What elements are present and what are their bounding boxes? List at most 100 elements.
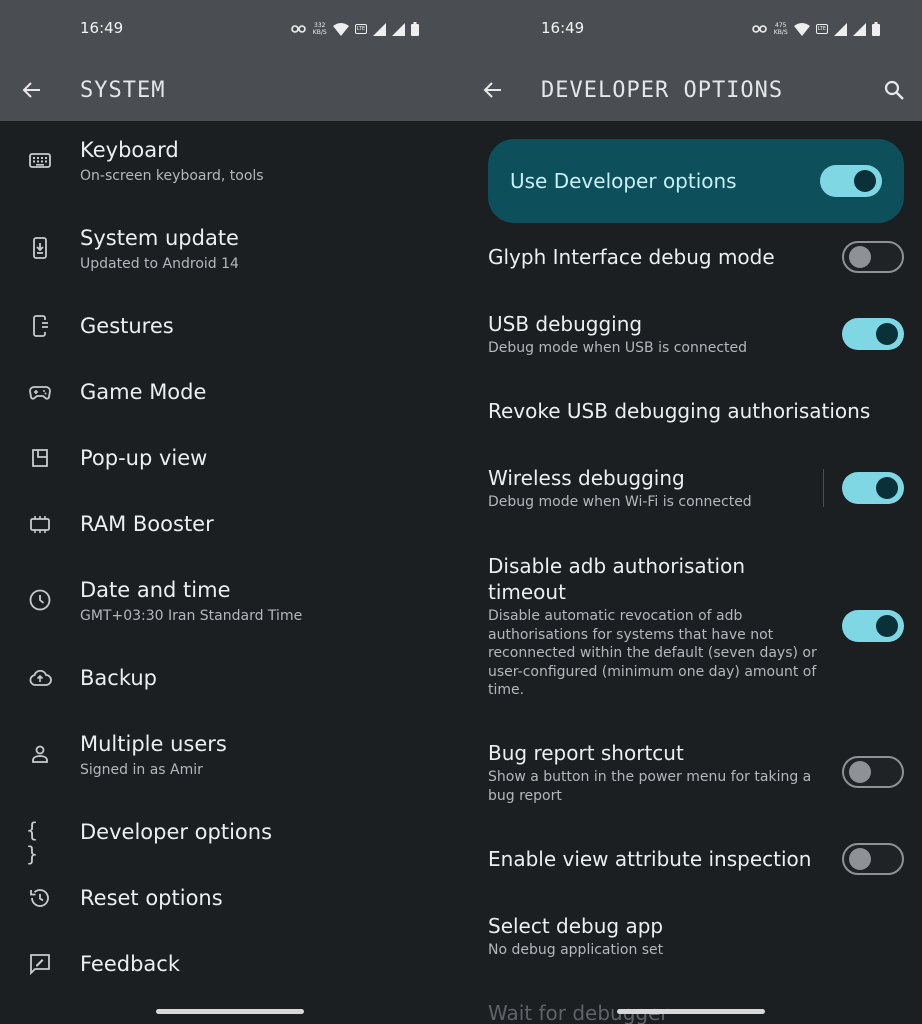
battery-icon	[872, 22, 880, 36]
pref-wireless-debugging[interactable]: Wireless debugging Debug mode when Wi-Fi…	[488, 465, 808, 512]
settings-item-ram-booster[interactable]: RAM Booster	[0, 492, 461, 558]
keyboard-icon	[29, 153, 51, 168]
pref-revoke-usb-auth[interactable]: Revoke USB debugging authorisations	[488, 398, 908, 424]
pref-usb-debugging[interactable]: USB debugging Debug mode when USB is con…	[488, 311, 828, 358]
signal-icon-sim1	[373, 22, 386, 36]
status-time: 16:49	[80, 19, 124, 37]
network-speed: 332 KB/S	[312, 22, 327, 36]
settings-item-developer-options[interactable]: { } Developer options	[0, 800, 461, 866]
status-bar: 16:49 332 KB/S LTE	[0, 0, 461, 60]
battery-icon	[411, 22, 419, 36]
pref-summary: Debug mode when USB is connected	[488, 340, 748, 356]
status-icons: 332 KB/S LTE	[290, 19, 419, 39]
settings-item-date-time[interactable]: Date and time GMT+03:30 Iran Standard Ti…	[0, 574, 461, 640]
gamepad-icon	[29, 386, 51, 400]
settings-item-popup-view[interactable]: Pop-up view	[0, 426, 461, 492]
pref-divider	[823, 469, 824, 507]
settings-item-title: Pop-up view	[80, 446, 208, 470]
settings-item-title: Multiple users	[80, 732, 227, 756]
signal-icon-sim2	[853, 22, 866, 36]
popup-view-icon	[32, 449, 48, 467]
settings-item-subtitle: Signed in as Amir	[80, 762, 203, 778]
settings-item-backup[interactable]: Backup	[0, 646, 461, 712]
system-update-icon	[33, 237, 47, 259]
toggle-knob	[849, 761, 871, 783]
system-settings-screen: 16:49 332 KB/S LTE SYSTEM Keyboard On-scr…	[0, 0, 461, 1024]
back-arrow-icon[interactable]	[481, 78, 505, 102]
master-toggle-switch[interactable]	[820, 165, 882, 197]
settings-item-reset-options[interactable]: Reset options	[0, 866, 461, 932]
toggle-usb-debugging[interactable]	[842, 318, 904, 350]
toggle-knob	[849, 848, 871, 870]
toggle-knob	[854, 170, 876, 192]
search-icon[interactable]	[882, 78, 906, 102]
pref-title: Revoke USB debugging authorisations	[488, 399, 871, 423]
person-icon	[32, 745, 48, 763]
developer-options-screen: 16:49 475 KB/S LTE DEVELOPER OPTIONS Use …	[461, 0, 922, 1024]
cloud-upload-icon	[29, 669, 52, 686]
page-title: SYSTEM	[80, 78, 166, 103]
settings-item-title: Developer options	[80, 820, 273, 844]
settings-item-gestures[interactable]: Gestures	[0, 294, 461, 360]
settings-item-game-mode[interactable]: Game Mode	[0, 360, 461, 426]
pref-select-debug-app[interactable]: Select debug app No debug application se…	[488, 913, 908, 960]
settings-item-title: RAM Booster	[80, 512, 214, 536]
gesture-nav-handle[interactable]	[156, 1009, 304, 1014]
signal-icon-sim2	[392, 22, 405, 36]
pref-title: Disable adb authorisation timeout	[488, 554, 746, 604]
settings-item-title: Feedback	[80, 952, 181, 976]
settings-item-multiple-users[interactable]: Multiple users Signed in as Amir	[0, 728, 461, 794]
pref-title: Bug report shortcut	[488, 741, 684, 765]
back-arrow-icon[interactable]	[20, 78, 44, 102]
toggle-wireless-debugging[interactable]	[842, 472, 904, 504]
gestures-icon	[33, 315, 48, 337]
wifi-icon	[332, 22, 349, 36]
vpn-key-icon	[290, 25, 306, 33]
toggle-knob	[876, 323, 898, 345]
reset-history-icon	[30, 889, 49, 907]
settings-item-feedback[interactable]: Feedback	[0, 932, 461, 998]
braces-icon: { }	[26, 818, 39, 866]
settings-item-title: Game Mode	[80, 380, 207, 404]
clock-icon	[29, 589, 51, 611]
pref-title: USB debugging	[488, 312, 643, 336]
page-title: DEVELOPER OPTIONS	[541, 78, 784, 103]
network-speed: 475 KB/S	[773, 22, 788, 36]
use-developer-options-card[interactable]: Use Developer options	[488, 139, 904, 223]
pref-summary: Disable automatic revocation of adb auth…	[488, 608, 817, 698]
settings-item-system-update[interactable]: System update Updated to Android 14	[0, 222, 461, 288]
ram-icon	[30, 516, 50, 533]
lte-badge: LTE	[815, 24, 828, 34]
gesture-nav-handle[interactable]	[617, 1009, 765, 1014]
pref-bug-report-shortcut[interactable]: Bug report shortcut Show a button in the…	[488, 740, 818, 805]
feedback-icon	[30, 954, 50, 976]
settings-item-title: System update	[80, 226, 239, 250]
settings-item-title: Keyboard	[80, 138, 179, 162]
pref-title: Select debug app	[488, 914, 664, 938]
toggle-disable-adb-timeout[interactable]	[842, 610, 904, 642]
signal-icon-sim1	[834, 22, 847, 36]
vpn-key-icon	[751, 25, 767, 33]
master-toggle-label: Use Developer options	[510, 169, 737, 193]
wifi-icon	[793, 22, 810, 36]
settings-item-title: Gestures	[80, 314, 174, 338]
settings-item-subtitle: Updated to Android 14	[80, 256, 239, 272]
pref-disable-adb-timeout[interactable]: Disable adb authorisation timeout Disabl…	[488, 553, 822, 700]
settings-item-subtitle: GMT+03:30 Iran Standard Time	[80, 608, 303, 624]
settings-item-title: Date and time	[80, 578, 231, 602]
pref-summary: Show a button in the power menu for taki…	[488, 769, 812, 804]
settings-item-title: Reset options	[80, 886, 223, 910]
toggle-view-attribute-inspection[interactable]	[842, 843, 904, 875]
settings-item-subtitle: On-screen keyboard, tools	[80, 168, 264, 184]
settings-item-keyboard[interactable]: Keyboard On-screen keyboard, tools	[0, 134, 461, 200]
lte-badge: LTE	[354, 24, 367, 34]
settings-item-title: Backup	[80, 666, 157, 690]
status-time: 16:49	[541, 19, 585, 37]
toggle-knob	[849, 246, 871, 268]
toggle-glyph-debug[interactable]	[842, 241, 904, 273]
pref-summary: No debug application set	[488, 942, 664, 958]
app-bar: DEVELOPER OPTIONS	[461, 60, 922, 121]
toggle-knob	[876, 477, 898, 499]
toggle-bug-report-shortcut[interactable]	[842, 756, 904, 788]
status-bar: 16:49 475 KB/S LTE	[461, 0, 922, 60]
